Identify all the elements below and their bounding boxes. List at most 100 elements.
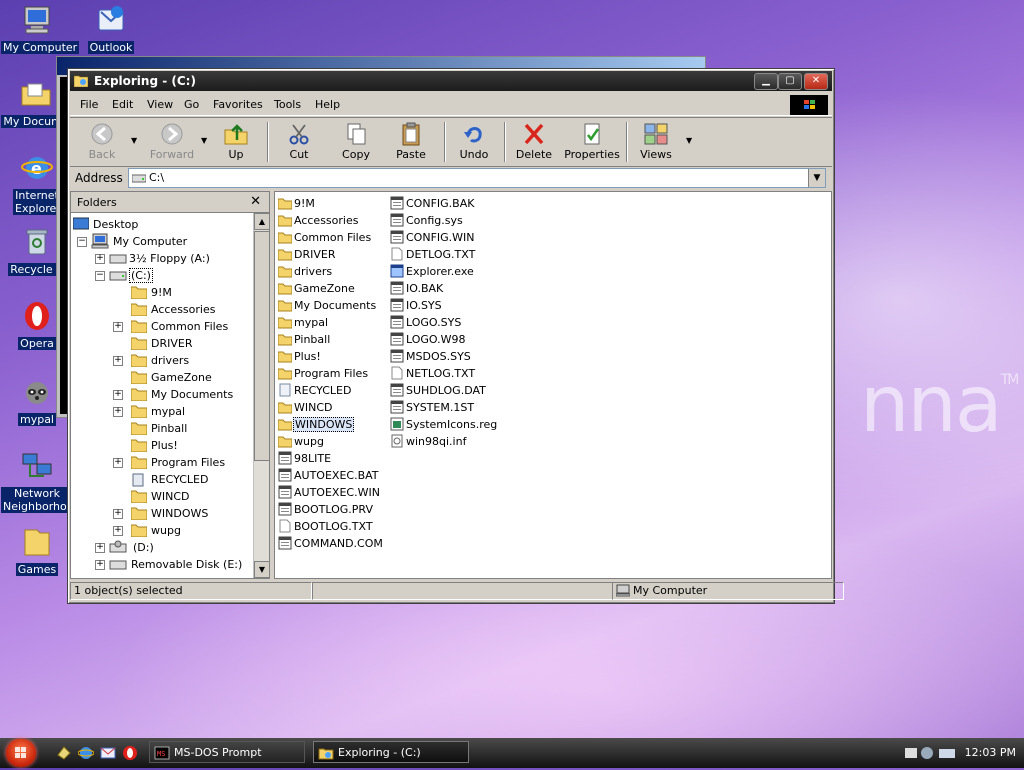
scroll-down-arrow-icon[interactable]: ▼ — [254, 561, 270, 578]
menu-go[interactable]: Go — [184, 98, 199, 111]
folder-item[interactable]: Program Files — [278, 365, 386, 382]
folder-item[interactable]: DRIVER — [278, 246, 386, 263]
tree-item-folder[interactable]: Accessories — [113, 301, 253, 318]
expand-toggle[interactable]: + — [113, 322, 123, 332]
folder-item[interactable]: WINDOWS — [278, 416, 386, 433]
file-item[interactable]: DETLOG.TXT — [390, 246, 498, 263]
desktop-icon-my-computer[interactable]: My Computer — [1, 4, 80, 54]
expand-toggle[interactable]: + — [95, 543, 105, 553]
folder-item[interactable]: Common Files — [278, 229, 386, 246]
tree-item-folder[interactable]: RECYCLED — [113, 471, 253, 488]
tree-item-folder[interactable]: + Common Files — [113, 318, 253, 335]
file-item[interactable]: SystemIcons.reg — [390, 416, 498, 433]
views-button[interactable]: Views — [636, 122, 676, 161]
expand-toggle[interactable]: + — [113, 458, 123, 468]
file-item[interactable]: win98qi.inf — [390, 433, 498, 450]
file-item[interactable]: NETLOG.TXT — [390, 365, 498, 382]
taskbar-button-ms-dos-prompt[interactable]: MS MS-DOS Prompt — [149, 741, 305, 763]
clock[interactable]: 12:03 PM — [965, 746, 1016, 759]
desktop-icon-outlook[interactable]: Outlook — [75, 4, 147, 54]
paste-button[interactable]: Paste — [390, 122, 432, 161]
copy-button[interactable]: Copy — [336, 122, 376, 161]
tree-item-folder[interactable]: + mypal — [113, 403, 253, 420]
file-item[interactable]: LOGO.SYS — [390, 314, 498, 331]
folder-item[interactable]: wupg — [278, 433, 386, 450]
tree-item-folder[interactable]: + drivers — [113, 352, 253, 369]
file-item[interactable]: RECYCLED — [278, 382, 386, 399]
expand-toggle[interactable]: + — [95, 560, 105, 570]
tree-item-folder[interactable]: + wupg — [113, 522, 253, 539]
undo-button[interactable]: Undo — [456, 122, 492, 161]
expand-toggle[interactable]: + — [113, 390, 123, 400]
file-item[interactable]: 98LITE — [278, 450, 386, 467]
tree-item-d-drive[interactable]: + (D:) — [95, 539, 253, 556]
folder-item[interactable]: Pinball — [278, 331, 386, 348]
folder-item[interactable]: 9!M — [278, 195, 386, 212]
tree-item-folder[interactable]: + My Documents — [113, 386, 253, 403]
desktop-icon-network-neighborhood[interactable]: Network Neighborhood — [1, 450, 80, 513]
folder-item[interactable]: GameZone — [278, 280, 386, 297]
menu-tools[interactable]: Tools — [274, 98, 301, 111]
minimize-button[interactable]: ▁ — [754, 73, 778, 90]
folder-item[interactable]: My Documents — [278, 297, 386, 314]
desktop-icon-games[interactable]: Games — [1, 526, 73, 576]
tree-item-c-drive[interactable]: − (C:) — [95, 267, 253, 284]
folder-item[interactable]: Accessories — [278, 212, 386, 229]
tree-item-folder[interactable]: Plus! — [113, 437, 253, 454]
file-item[interactable]: CONFIG.WIN — [390, 229, 498, 246]
file-item[interactable]: AUTOEXEC.WIN — [278, 484, 386, 501]
file-item[interactable]: BOOTLOG.TXT — [278, 518, 386, 535]
quick-launch-internet-explorer-icon[interactable] — [78, 745, 94, 761]
quick-launch-opera-icon[interactable] — [122, 745, 138, 761]
forward-dropdown-icon[interactable]: ▼ — [201, 136, 207, 145]
menu-view[interactable]: View — [147, 98, 173, 111]
expand-toggle[interactable]: + — [113, 407, 123, 417]
tree-item-folder[interactable]: + WINDOWS — [113, 505, 253, 522]
file-item[interactable]: SYSTEM.1ST — [390, 399, 498, 416]
delete-button[interactable]: Delete — [514, 122, 554, 161]
tree-item-desktop[interactable]: Desktop — [73, 216, 253, 233]
file-item[interactable]: IO.SYS — [390, 297, 498, 314]
menu-help[interactable]: Help — [315, 98, 340, 111]
file-item[interactable]: AUTOEXEC.BAT — [278, 467, 386, 484]
explorer-title-bar[interactable]: Exploring - (C:) ▁ ▢ ✕ — [70, 71, 832, 91]
file-item[interactable]: COMMAND.COM — [278, 535, 386, 552]
up-button[interactable]: Up — [218, 122, 254, 161]
tree-item-folder[interactable]: WINCD — [113, 488, 253, 505]
folder-tree-scrollbar[interactable]: ▲ ▼ — [253, 213, 270, 578]
tree-item-folder[interactable]: 9!M — [113, 284, 253, 301]
menu-favorites[interactable]: Favorites — [213, 98, 263, 111]
file-item[interactable]: SUHDLOG.DAT — [390, 382, 498, 399]
quick-launch-outlook-icon[interactable] — [100, 745, 116, 761]
tree-item-my-computer[interactable]: − My Computer — [77, 233, 253, 250]
taskbar-button-exploring[interactable]: Exploring - (C:) — [313, 741, 469, 763]
file-item[interactable]: CONFIG.BAK — [390, 195, 498, 212]
folder-item[interactable]: mypal — [278, 314, 386, 331]
quick-launch-desktop-icon[interactable] — [56, 745, 72, 761]
tree-item-folder[interactable]: GameZone — [113, 369, 253, 386]
expand-toggle[interactable]: + — [113, 526, 123, 536]
tree-item-folder[interactable]: Pinball — [113, 420, 253, 437]
folder-item[interactable]: drivers — [278, 263, 386, 280]
folder-item[interactable]: WINCD — [278, 399, 386, 416]
file-item[interactable]: LOGO.W98 — [390, 331, 498, 348]
file-item[interactable]: MSDOS.SYS — [390, 348, 498, 365]
forward-button[interactable]: Forward — [144, 122, 200, 161]
collapse-toggle[interactable]: − — [95, 271, 105, 281]
collapse-toggle[interactable]: − — [77, 237, 87, 247]
file-item[interactable]: Config.sys — [390, 212, 498, 229]
menu-file[interactable]: File — [80, 98, 98, 111]
back-dropdown-icon[interactable]: ▼ — [131, 136, 137, 145]
scroll-up-arrow-icon[interactable]: ▲ — [254, 213, 270, 230]
maximize-button[interactable]: ▢ — [778, 73, 802, 90]
back-button[interactable]: Back — [78, 122, 126, 161]
file-item[interactable]: Explorer.exe — [390, 263, 498, 280]
menu-edit[interactable]: Edit — [112, 98, 133, 111]
file-item[interactable]: BOOTLOG.PRV — [278, 501, 386, 518]
properties-button[interactable]: Properties — [564, 122, 620, 161]
expand-toggle[interactable]: + — [95, 254, 105, 264]
close-folders-pane-button[interactable]: ✕ — [250, 194, 261, 209]
folder-item[interactable]: Plus! — [278, 348, 386, 365]
views-dropdown-icon[interactable]: ▼ — [686, 136, 692, 145]
file-item[interactable]: IO.BAK — [390, 280, 498, 297]
